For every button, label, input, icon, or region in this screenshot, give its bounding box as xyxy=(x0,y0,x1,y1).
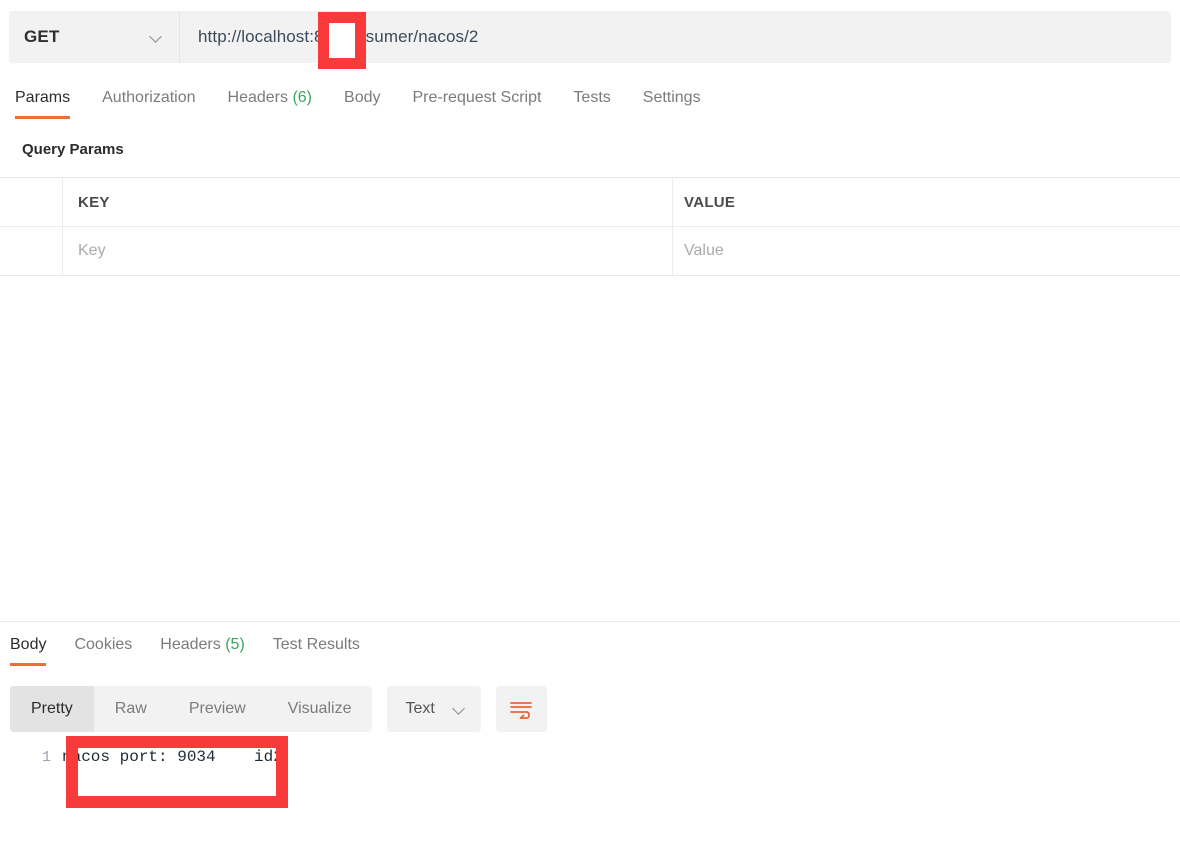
response-view-toolbar: Pretty Raw Preview Visualize Text xyxy=(10,686,547,732)
tab-pre-request-script[interactable]: Pre-request Script xyxy=(412,86,541,119)
annotation-box-response-text xyxy=(66,736,288,808)
response-tab-cookies[interactable]: Cookies xyxy=(74,633,132,666)
response-tab-body-label: Body xyxy=(10,636,47,653)
tab-pre-request-script-label: Pre-request Script xyxy=(412,89,542,106)
response-tab-headers-count: (5) xyxy=(225,636,245,653)
param-key-placeholder: Key xyxy=(78,242,106,259)
row-checkbox-cell[interactable] xyxy=(0,227,63,275)
column-header-value: VALUE xyxy=(673,178,1180,226)
select-all-cell[interactable] xyxy=(0,178,63,226)
view-mode-preview-label: Preview xyxy=(188,700,246,717)
chevron-down-icon xyxy=(150,31,163,44)
column-header-key: KEY xyxy=(63,178,673,226)
table-header-row: KEY VALUE xyxy=(0,178,1180,227)
param-value-placeholder: Value xyxy=(684,242,724,259)
chevron-down-icon xyxy=(453,703,466,716)
tab-params[interactable]: Params xyxy=(15,86,71,119)
view-mode-raw[interactable]: Raw xyxy=(94,686,168,732)
url-bar: GET http://localhost:81/consumer/nacos/2 xyxy=(9,11,1171,63)
http-method-select[interactable]: GET xyxy=(9,11,180,63)
tab-headers[interactable]: Headers (6) xyxy=(228,86,313,119)
tab-tests-label: Tests xyxy=(573,89,611,106)
tab-authorization[interactable]: Authorization xyxy=(102,86,195,119)
view-mode-pretty-label: Pretty xyxy=(31,700,73,717)
word-wrap-button[interactable] xyxy=(495,686,547,732)
tab-settings-label: Settings xyxy=(642,89,701,106)
param-value-input[interactable]: Value xyxy=(673,227,1180,275)
tab-body-label: Body xyxy=(344,89,381,106)
response-tab-headers[interactable]: Headers (5) xyxy=(160,633,245,666)
tab-body[interactable]: Body xyxy=(344,86,380,119)
view-mode-raw-label: Raw xyxy=(114,700,147,717)
tab-params-label: Params xyxy=(15,89,71,106)
response-tab-headers-label: Headers xyxy=(160,636,221,653)
view-mode-visualize[interactable]: Visualize xyxy=(267,686,373,732)
response-tab-test-results[interactable]: Test Results xyxy=(273,633,360,666)
view-mode-visualize-label: Visualize xyxy=(287,700,352,717)
tab-authorization-label: Authorization xyxy=(102,89,196,106)
content-type-label: Text xyxy=(405,700,435,717)
line-number: 1 xyxy=(41,749,51,766)
query-params-title: Query Params xyxy=(22,141,124,158)
tab-tests[interactable]: Tests xyxy=(573,86,610,119)
table-row: Key Value xyxy=(0,227,1180,275)
word-wrap-icon xyxy=(510,702,533,719)
column-header-key-label: KEY xyxy=(78,193,110,211)
response-body-text: nacos port: 9034 id2 xyxy=(62,748,283,766)
response-divider xyxy=(0,621,1180,622)
view-mode-preview[interactable]: Preview xyxy=(168,686,267,732)
tab-headers-label: Headers xyxy=(227,89,288,106)
http-method-label: GET xyxy=(24,27,60,46)
url-input[interactable]: http://localhost:81/consumer/nacos/2 xyxy=(180,11,1171,63)
tab-settings[interactable]: Settings xyxy=(643,86,701,119)
response-body: 1 nacos port: 9034 id2 xyxy=(0,748,1180,766)
content-type-select[interactable]: Text xyxy=(387,686,481,732)
response-tabs: Body Cookies Headers (5) Test Results xyxy=(0,633,388,666)
column-header-value-label: VALUE xyxy=(684,193,736,211)
response-tab-body[interactable]: Body xyxy=(10,633,47,666)
response-tab-test-results-label: Test Results xyxy=(272,636,360,653)
response-tab-cookies-label: Cookies xyxy=(74,636,133,653)
param-key-input[interactable]: Key xyxy=(63,227,673,275)
url-text: http://localhost:81/consumer/nacos/2 xyxy=(198,27,479,46)
request-tabs: Params Authorization Headers (6) Body Pr… xyxy=(0,86,1180,126)
tab-headers-count: (6) xyxy=(292,89,313,106)
view-mode-pretty[interactable]: Pretty xyxy=(10,686,94,732)
query-params-table: KEY VALUE Key Value xyxy=(0,177,1180,276)
view-mode-group: Pretty Raw Preview Visualize xyxy=(10,686,373,732)
